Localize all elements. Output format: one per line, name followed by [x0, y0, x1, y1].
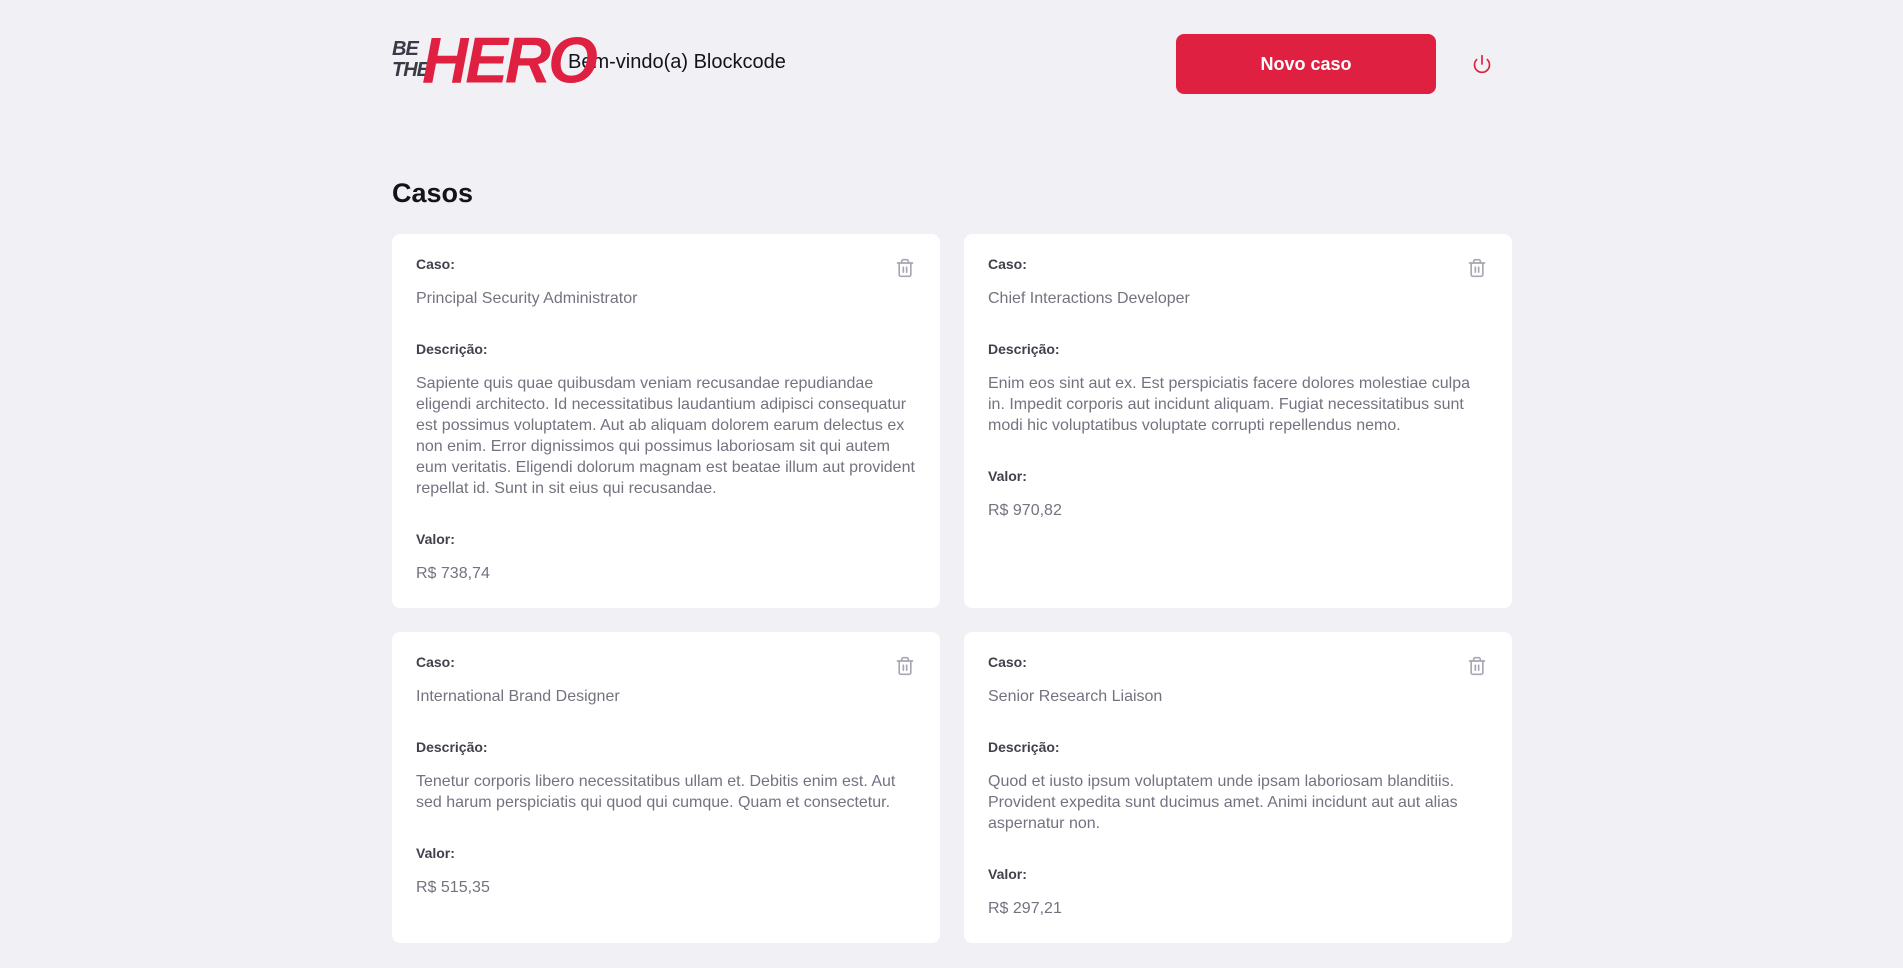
case-description: Sapiente quis quae quibusdam veniam recu…	[416, 375, 915, 497]
case-list: Caso: Principal Security Administrator D…	[392, 234, 1512, 943]
welcome-text: Bem-vindo(a) Blockcode	[568, 50, 786, 73]
case-title: International Brand Designer	[416, 688, 620, 705]
new-case-button[interactable]: Novo caso	[1176, 34, 1436, 94]
trash-icon	[896, 656, 914, 676]
case-title: Chief Interactions Developer	[988, 290, 1190, 307]
case-value: R$ 515,35	[416, 879, 490, 896]
description-label: Descrição:	[416, 739, 488, 755]
case-title: Principal Security Administrator	[416, 290, 638, 307]
case-title: Senior Research Liaison	[988, 688, 1163, 705]
case-description: Tenetur corporis libero necessitatibus u…	[416, 773, 896, 811]
delete-case-button[interactable]	[894, 258, 916, 280]
logout-button[interactable]	[1452, 34, 1512, 94]
case-label: Caso:	[988, 256, 1027, 272]
value-label: Valor:	[988, 468, 1027, 484]
case-card: Caso: International Brand Designer Descr…	[392, 632, 940, 943]
header: BE THE HERO Bem-vindo(a) Blockcode Novo c…	[392, 24, 1512, 97]
case-description: Enim eos sint aut ex. Est perspiciatis f…	[988, 375, 1471, 434]
case-value: R$ 738,74	[416, 565, 490, 582]
value-label: Valor:	[416, 531, 455, 547]
description-label: Descrição:	[988, 341, 1060, 357]
trash-icon	[896, 258, 914, 278]
logo-big-text: HERO	[422, 23, 598, 97]
trash-icon	[1468, 258, 1486, 278]
description-label: Descrição:	[416, 341, 488, 357]
case-value: R$ 297,21	[988, 900, 1062, 917]
delete-case-button[interactable]	[894, 656, 916, 678]
description-label: Descrição:	[988, 739, 1060, 755]
delete-case-button[interactable]	[1466, 656, 1488, 678]
trash-icon	[1468, 656, 1486, 676]
value-label: Valor:	[988, 866, 1027, 882]
case-card: Caso: Senior Research Liaison Descrição:…	[964, 632, 1512, 943]
case-description: Quod et iusto ipsum voluptatem unde ipsa…	[988, 773, 1458, 832]
page-title: Casos	[392, 178, 474, 208]
be-the-hero-logo: BE THE HERO	[392, 24, 598, 97]
case-label: Caso:	[416, 256, 455, 272]
case-label: Caso:	[988, 654, 1027, 670]
case-card: Caso: Principal Security Administrator D…	[392, 234, 940, 608]
case-value: R$ 970,82	[988, 502, 1062, 519]
case-label: Caso:	[416, 654, 455, 670]
case-card: Caso: Chief Interactions Developer Descr…	[964, 234, 1512, 608]
value-label: Valor:	[416, 845, 455, 861]
delete-case-button[interactable]	[1466, 258, 1488, 280]
power-icon	[1473, 54, 1491, 74]
